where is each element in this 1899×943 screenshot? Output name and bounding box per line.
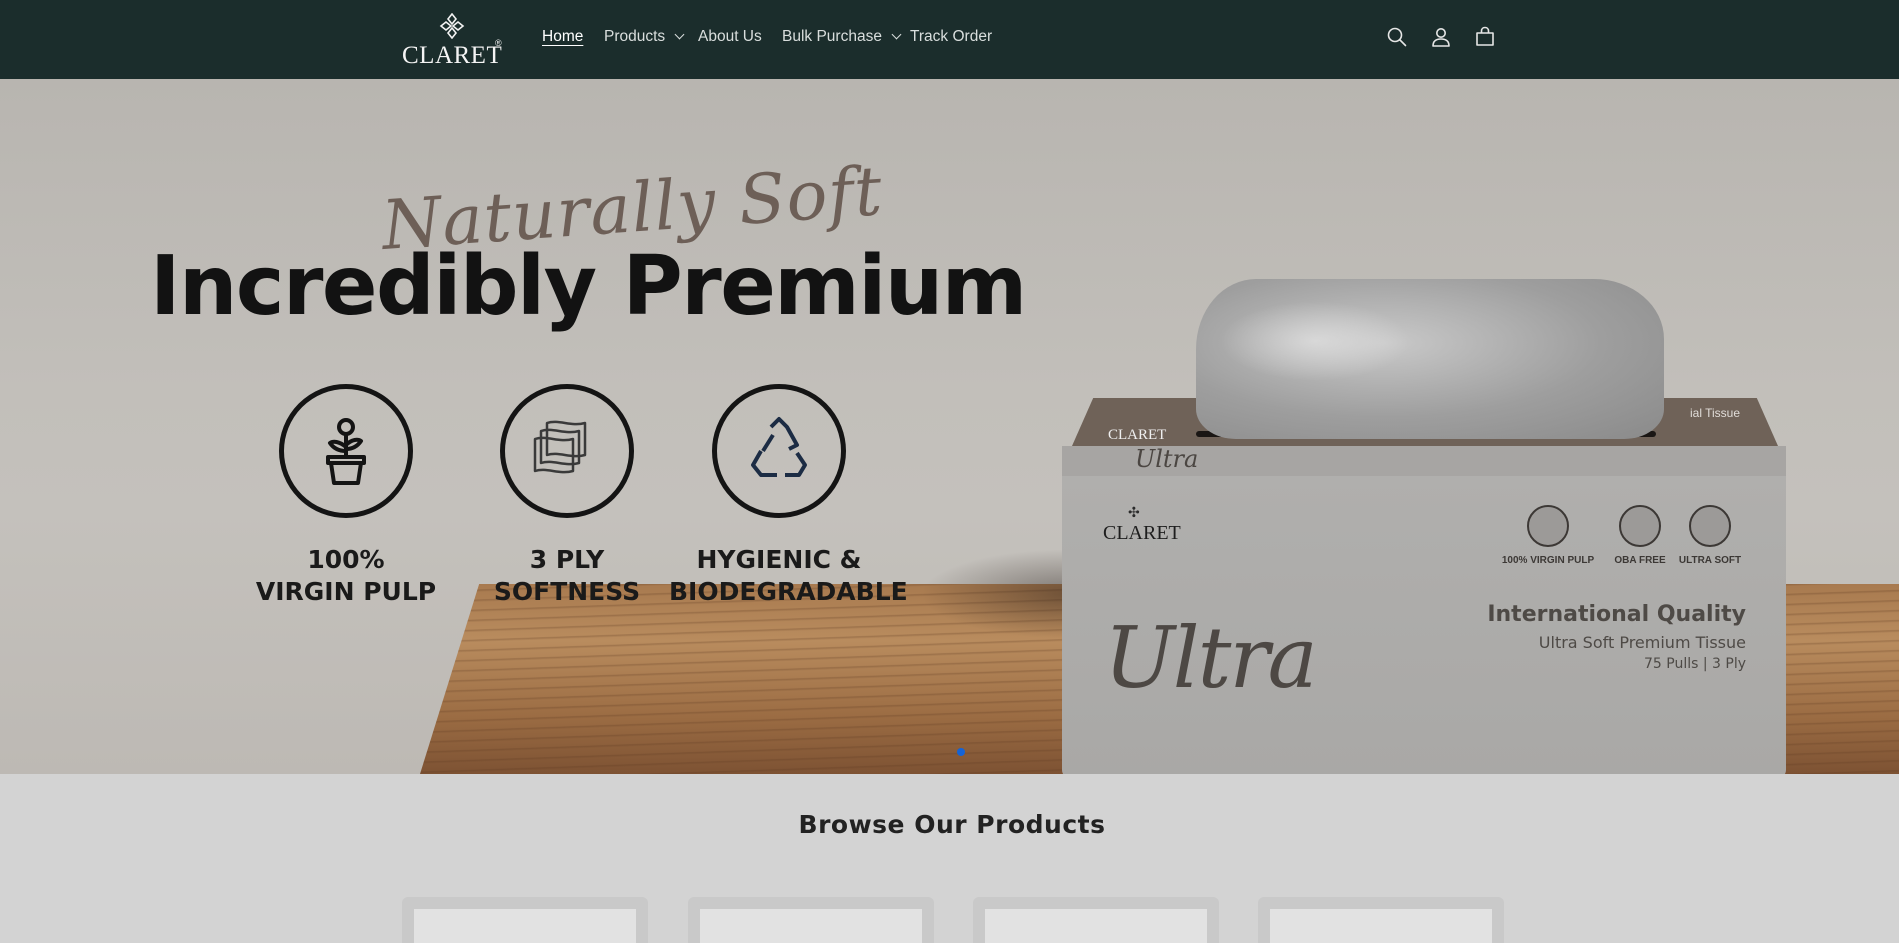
plant-pot-icon [326,418,366,485]
nav-about-us[interactable]: About Us [698,28,762,46]
box-ultra-small: Ultra [1135,445,1199,473]
nav-bulk-purchase-label: Bulk Purchase [782,28,882,45]
box-badge-ultra-soft: ULTRA SOFT [1660,505,1760,566]
hero-banner[interactable]: Naturally Soft Incredibly Premium 100% V… [0,79,1899,774]
hero-title: Incredibly Premium [150,239,1027,334]
nav-home[interactable]: Home [542,28,583,46]
feature-hygienic: HYGIENIC & BIODEGRADABLE [669,384,908,608]
claret-logo[interactable]: CLARET ® [400,12,506,69]
feature-circle [712,384,846,518]
box-badge-virgin-pulp: 100% VIRGIN PULP [1498,505,1598,566]
cart-icon[interactable] [1473,25,1497,49]
nav-products-label: Products [604,28,666,45]
product-image [1270,909,1492,943]
recycle-icon [751,417,807,477]
box-subline: Ultra Soft Premium Tissue [1538,633,1746,652]
nav-track-order[interactable]: Track Order [910,28,992,46]
nav-bulk-purchase[interactable]: Bulk Purchase [782,28,902,46]
box-badge-label: ULTRA SOFT [1678,555,1742,566]
feature-line-1: 100% [307,545,385,574]
logo-wordmark: CLARET [402,42,503,69]
logo-registered-mark: ® [495,38,502,48]
feature-line-2: VIRGIN PULP [255,577,437,606]
feature-line-2: SOFTNESS [493,577,641,606]
feature-label: 100% VIRGIN PULP [236,544,456,608]
box-headline: International Quality [1487,602,1746,627]
chevron-down-icon [674,29,685,40]
nav-products[interactable]: Products [604,28,685,46]
tissue-layers-icon [533,420,587,474]
product-card[interactable] [688,897,934,943]
logo-mark-icon [439,13,465,39]
sun-icon [1619,505,1661,547]
feature-circle [500,384,634,518]
product-card[interactable] [973,897,1219,943]
product-card[interactable] [1258,897,1504,943]
box-brand: CLARET [1103,522,1181,544]
account-icon[interactable] [1429,25,1453,49]
box-logo-mark-icon: ✣ [1128,504,1140,520]
feature-line-2: BIODEGRADABLE [669,577,908,606]
product-image [985,909,1207,943]
product-image [700,909,922,943]
section-title: Browse Our Products [798,810,1106,839]
chevron-down-icon [891,29,902,40]
feature-virgin-pulp: 100% VIRGIN PULP [236,384,456,608]
box-ultra-script: Ultra [1104,609,1318,707]
feature-line-1: 3 PLY [529,545,605,574]
feather-icon [1689,505,1731,547]
leaf-icon [1527,505,1569,547]
search-icon[interactable] [1385,25,1409,49]
feature-label: HYGIENIC & BIODEGRADABLE [669,544,908,608]
box-top-label: ial Tissue [1690,406,1741,420]
tissue-highlight [1220,301,1410,381]
browse-products-section: Browse Our Products [0,774,1899,943]
box-shadow [920,549,1070,639]
box-specs: 75 Pulls | 3 Ply [1644,656,1746,672]
slider-dot-active[interactable] [957,748,965,756]
site-header: CLARET ® Home Products About Us Bulk Pur… [0,0,1899,79]
feature-3-ply: 3 PLY SOFTNESS [457,384,677,608]
feature-label: 3 PLY SOFTNESS [457,544,677,608]
box-badge-label: 100% VIRGIN PULP [1501,555,1595,566]
feature-line-1: HYGIENIC & [696,545,862,574]
product-card[interactable] [402,897,648,943]
product-image [414,909,636,943]
feature-circle [279,384,413,518]
box-brand-small: CLARET [1108,427,1167,443]
